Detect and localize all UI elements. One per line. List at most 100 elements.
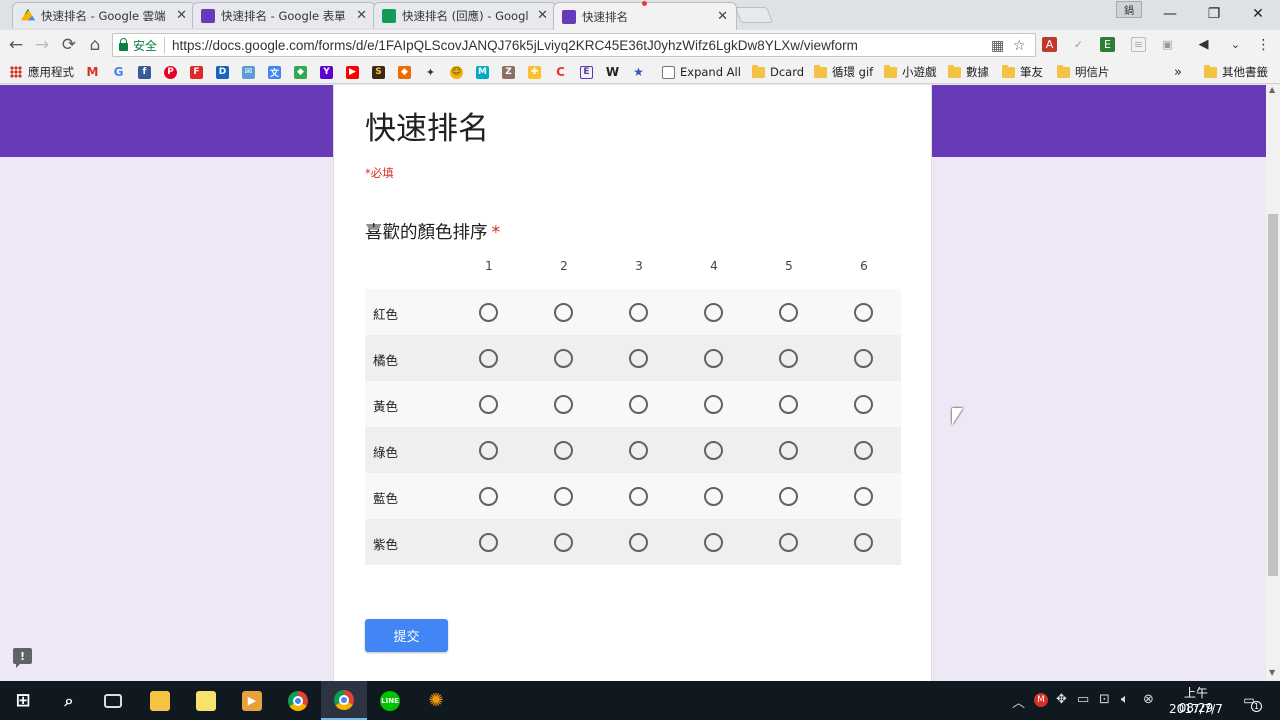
restore-button[interactable]: ❐	[1192, 0, 1236, 28]
radio-button[interactable]	[704, 533, 723, 552]
bookmark-gmail[interactable]: M	[86, 64, 104, 80]
mega-tray-icon[interactable]: M	[1034, 693, 1048, 707]
radio-button[interactable]	[854, 533, 873, 552]
action-center-button[interactable]: ▭ 1	[1238, 690, 1262, 712]
radio-button[interactable]	[779, 303, 798, 322]
radio-button[interactable]	[479, 395, 498, 414]
radio-button[interactable]	[554, 533, 573, 552]
app-button[interactable]: ✺	[413, 681, 459, 720]
media-player-button[interactable]: ▶	[229, 681, 275, 720]
bookmark-c[interactable]: C	[554, 64, 572, 80]
bookmark-folder-postcard[interactable]: 明信片	[1057, 64, 1110, 80]
back-button[interactable]: ←	[5, 34, 27, 56]
close-window-button[interactable]: ✕	[1236, 0, 1280, 28]
home-button[interactable]: ⌂	[84, 34, 106, 56]
radio-button[interactable]	[629, 349, 648, 368]
bookmark-yahoo[interactable]: Y	[320, 64, 338, 80]
radio-button[interactable]	[554, 303, 573, 322]
bookmark-google[interactable]: G	[112, 64, 130, 80]
radio-button[interactable]	[779, 349, 798, 368]
radio-button[interactable]	[854, 303, 873, 322]
bookmark-yellow[interactable]: ✚	[528, 64, 546, 80]
bookmark-expand-all[interactable]: Expand All	[662, 64, 741, 80]
bookmark-m[interactable]: M	[476, 64, 494, 80]
radio-button[interactable]	[629, 303, 648, 322]
address-bar[interactable]: 安全 https://docs.google.com/forms/d/e/1FA…	[112, 33, 1036, 57]
radio-button[interactable]	[854, 487, 873, 506]
checkmark-extension-icon[interactable]: ✓	[1071, 37, 1086, 52]
radio-button[interactable]	[479, 533, 498, 552]
pdf-extension-icon[interactable]: A	[1042, 37, 1057, 52]
bookmark-flipboard[interactable]: F	[190, 64, 208, 80]
start-button[interactable]: ⊞	[0, 681, 46, 720]
radio-button[interactable]	[629, 533, 648, 552]
tab-close-icon[interactable]: ✕	[176, 8, 187, 23]
sticky-notes-button[interactable]	[183, 681, 229, 720]
forward-button[interactable]: →	[31, 34, 53, 56]
bookmark-maps[interactable]: ◆	[294, 64, 312, 80]
feedback-icon[interactable]: !	[13, 648, 32, 668]
chrome-menu-icon[interactable]: ⋮	[1256, 37, 1271, 53]
line-button[interactable]: LINE	[367, 681, 413, 720]
dropbox-icon[interactable]: ✥	[1056, 692, 1067, 707]
scrollbar-thumb[interactable]	[1268, 214, 1278, 576]
radio-button[interactable]	[779, 487, 798, 506]
bookmark-folder-dcard[interactable]: Dcard	[752, 64, 804, 80]
bookmark-folder-data[interactable]: 數據	[948, 64, 989, 80]
radio-button[interactable]	[629, 395, 648, 414]
url-text[interactable]: https://docs.google.com/forms/d/e/1FAIpQ…	[172, 38, 858, 53]
scroll-down-arrow-icon[interactable]: ▼	[1269, 668, 1275, 677]
reload-button[interactable]: ⟳	[58, 34, 80, 56]
radio-button[interactable]	[779, 441, 798, 460]
radio-button[interactable]	[554, 487, 573, 506]
tab-close-icon[interactable]: ✕	[356, 8, 367, 23]
submit-button[interactable]: 提交	[365, 619, 448, 652]
tab-google-forms-editor[interactable]: 快速排名 - Google 表單 ✕	[192, 2, 376, 28]
radio-button[interactable]	[629, 441, 648, 460]
radio-button[interactable]	[704, 349, 723, 368]
bookmark-wikipedia[interactable]: W	[606, 64, 624, 80]
bookmark-folder-games[interactable]: 小遊戲	[884, 64, 937, 80]
bookmark-z[interactable]: Z	[502, 64, 520, 80]
radio-button[interactable]	[479, 349, 498, 368]
tab-form-view[interactable]: 快速排名 ✕	[553, 2, 737, 30]
radio-button[interactable]	[704, 303, 723, 322]
bookmark-orange[interactable]: ◆	[398, 64, 416, 80]
tab-google-drive[interactable]: 快速排名 - Google 雲端 ✕	[12, 2, 196, 28]
tab-close-icon[interactable]: ✕	[717, 9, 728, 24]
radio-button[interactable]	[554, 441, 573, 460]
volume-icon[interactable]: 🔈︎	[1121, 692, 1129, 707]
bookmark-facebook[interactable]: f	[138, 64, 156, 80]
bookmark-mail[interactable]: ✉	[242, 64, 260, 80]
minimize-button[interactable]: —	[1148, 0, 1192, 28]
radio-button[interactable]	[479, 487, 498, 506]
network-icon[interactable]: ⊡	[1099, 692, 1110, 707]
new-tab-button[interactable]	[735, 7, 773, 23]
radio-button[interactable]	[779, 533, 798, 552]
evernote-extension-icon[interactable]: E	[1100, 37, 1115, 52]
chrome-button[interactable]	[275, 681, 321, 720]
bookmark-e[interactable]: E	[580, 64, 598, 80]
profile-button[interactable]: 鍋	[1116, 1, 1142, 18]
bookmark-star-icon[interactable]: ☆	[1013, 38, 1026, 54]
radio-button[interactable]	[479, 303, 498, 322]
clock-date[interactable]: 2017/7/7	[1168, 702, 1224, 716]
radio-button[interactable]	[704, 441, 723, 460]
radio-button[interactable]	[629, 487, 648, 506]
scroll-up-arrow-icon[interactable]: ▲	[1269, 85, 1275, 94]
chrome-active-window-button[interactable]	[321, 681, 367, 720]
pocket-extension-icon[interactable]: ⌄	[1228, 37, 1243, 52]
bookmark-star[interactable]: ★	[632, 64, 650, 80]
bookmark-s[interactable]: S	[372, 64, 390, 80]
tray-overflow-icon[interactable]: ︿	[1012, 692, 1025, 711]
bookmark-translate[interactable]: 文	[268, 64, 286, 80]
radio-button[interactable]	[554, 349, 573, 368]
radio-button[interactable]	[704, 395, 723, 414]
qr-code-icon[interactable]: ▦	[991, 38, 1004, 54]
bookmark-folder-gif[interactable]: 循環 gif	[814, 64, 873, 80]
tab-close-icon[interactable]: ✕	[537, 8, 548, 23]
radio-button[interactable]	[554, 395, 573, 414]
radio-button[interactable]	[854, 441, 873, 460]
file-explorer-button[interactable]	[137, 681, 183, 720]
volume-extension-icon[interactable]: ◀	[1196, 37, 1211, 52]
